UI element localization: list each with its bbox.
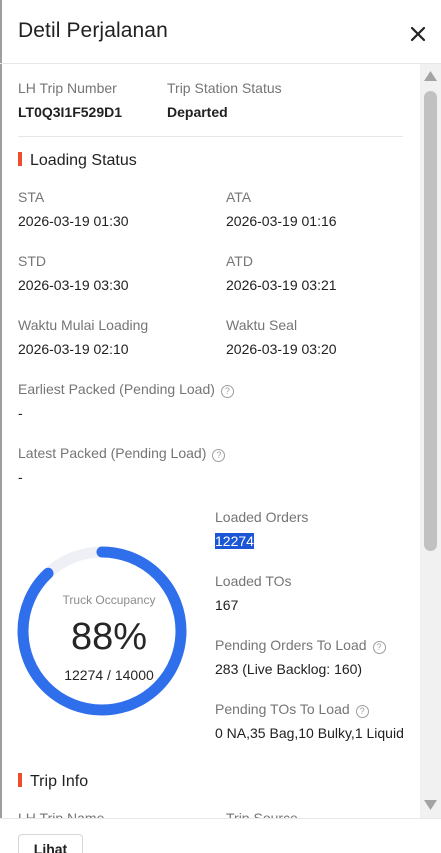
- lh-trip-number-value: LT0Q3I1F529D1: [18, 104, 123, 120]
- close-button[interactable]: [404, 20, 432, 48]
- seal-time-label: Waktu Seal: [226, 317, 298, 333]
- loading-status-heading: Loading Status: [18, 152, 137, 170]
- lh-trip-name-label: LH Trip Name: [18, 810, 105, 818]
- drawer-footer: Lihat: [0, 818, 441, 853]
- vertical-scrollbar[interactable]: [420, 64, 441, 818]
- drawer-header: Detil Perjalanan: [0, 0, 441, 64]
- scroll-up-arrow-icon[interactable]: [423, 70, 438, 82]
- close-icon: [410, 26, 426, 42]
- section-accent-bar: [18, 152, 22, 166]
- earliest-packed-value: -: [18, 405, 23, 421]
- question-circle-icon[interactable]: ?: [372, 641, 386, 654]
- drawer-title: Detil Perjalanan: [18, 19, 168, 42]
- loaded-orders-label: Loaded Orders: [215, 509, 309, 525]
- latest-packed-value: -: [18, 469, 23, 485]
- loading-start-value: 2026-03-19 02:10: [18, 341, 129, 357]
- pending-tos-label: Pending TOs To Load: [215, 701, 350, 717]
- loading-status-title: Loading Status: [30, 152, 137, 169]
- ata-label: ATA: [226, 189, 252, 205]
- seal-time-value: 2026-03-19 03:20: [226, 341, 337, 357]
- trip-source-label: Trip Source: [226, 810, 298, 818]
- truck-occupancy-label: Truck Occupancy: [62, 593, 156, 607]
- section-accent-bar: [18, 773, 22, 787]
- trip-info-heading: Trip Info: [18, 773, 88, 791]
- trip-station-status-label: Trip Station Status: [167, 80, 282, 96]
- loaded-orders-value: 12274: [215, 533, 254, 549]
- loading-start-label: Waktu Mulai Loading: [18, 317, 149, 333]
- earliest-packed-field: Earliest Packed (Pending Load)?: [18, 381, 234, 398]
- loaded-tos-label: Loaded TOs: [215, 573, 292, 589]
- atd-value: 2026-03-19 03:21: [226, 277, 337, 293]
- earliest-packed-label: Earliest Packed (Pending Load): [18, 381, 215, 397]
- pending-tos-value: 0 NA,35 Bag,10 Bulky,1 Liquid: [215, 725, 404, 741]
- truck-occupancy-count: 12274 / 14000: [64, 667, 154, 683]
- atd-label: ATD: [226, 253, 253, 269]
- sta-value: 2026-03-19 01:30: [18, 213, 129, 229]
- scrollbar-thumb[interactable]: [424, 91, 437, 551]
- divider: [18, 136, 403, 137]
- question-circle-icon[interactable]: ?: [355, 705, 369, 718]
- latest-packed-label: Latest Packed (Pending Load): [18, 445, 207, 461]
- question-circle-icon[interactable]: ?: [212, 449, 226, 462]
- sta-label: STA: [18, 189, 45, 205]
- drawer-body: LH Trip Number LT0Q3I1F529D1 Trip Statio…: [0, 64, 420, 818]
- trip-station-status-value: Departed: [167, 104, 228, 120]
- trip-info-title: Trip Info: [30, 773, 89, 790]
- latest-packed-field: Latest Packed (Pending Load)?: [18, 445, 226, 462]
- loaded-tos-value: 167: [215, 597, 239, 613]
- pending-orders-label: Pending Orders To Load: [215, 637, 367, 653]
- pending-tos-field: Pending TOs To Load?: [215, 701, 369, 718]
- scroll-down-arrow-icon[interactable]: [423, 799, 438, 811]
- std-value: 2026-03-19 03:30: [18, 277, 129, 293]
- pending-orders-field: Pending Orders To Load?: [215, 637, 386, 654]
- truck-occupancy-percent: 88%: [70, 616, 148, 658]
- question-circle-icon[interactable]: ?: [220, 385, 234, 398]
- view-button[interactable]: Lihat: [18, 834, 83, 853]
- lh-trip-number-label: LH Trip Number: [18, 80, 117, 96]
- ata-value: 2026-03-19 01:16: [226, 213, 337, 229]
- pending-orders-value: 283 (Live Backlog: 160): [215, 661, 363, 677]
- std-label: STD: [18, 253, 46, 269]
- selected-text: 12274: [215, 533, 254, 549]
